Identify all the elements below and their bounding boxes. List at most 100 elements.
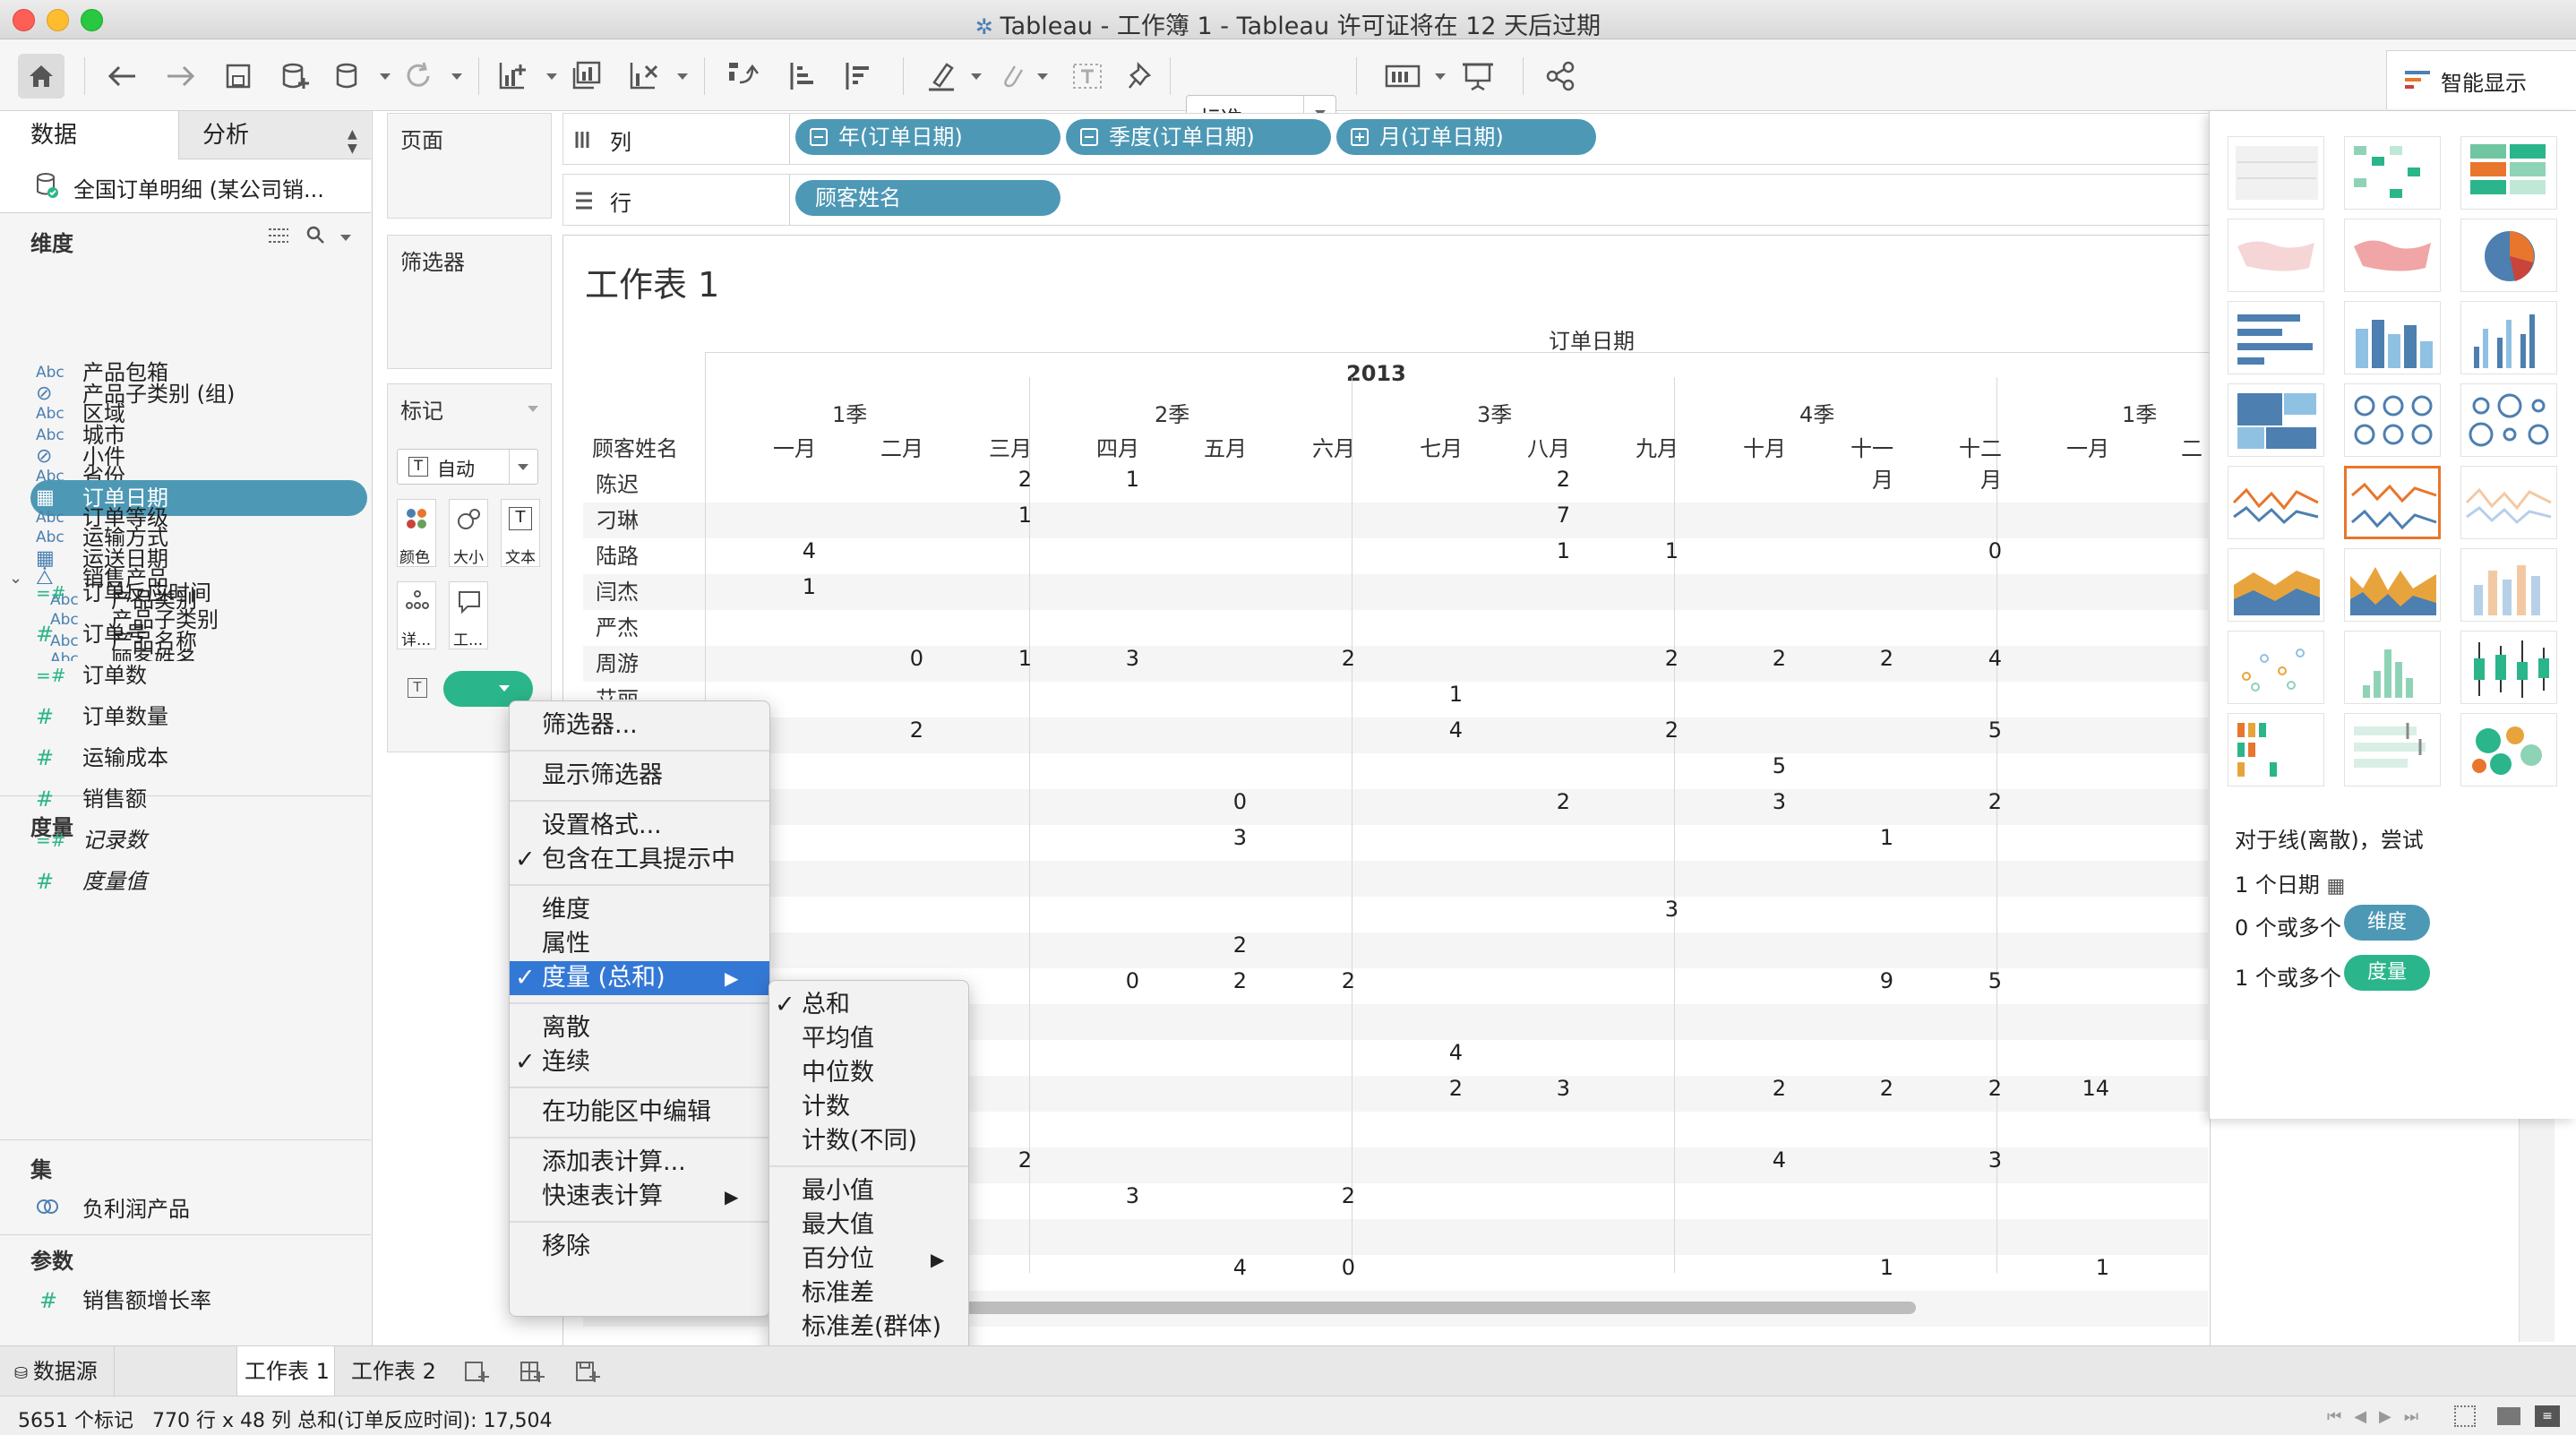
menu-item[interactable]: ✓ 总和 bbox=[769, 988, 968, 1022]
new-datasource-icon[interactable] bbox=[276, 56, 315, 96]
chart-type-thumbnail[interactable] bbox=[2228, 219, 2324, 292]
presentation-mode-icon[interactable] bbox=[1458, 56, 1498, 96]
chart-type-thumbnail[interactable] bbox=[2344, 713, 2441, 786]
measure-field[interactable]: =# 记录数 bbox=[0, 822, 371, 858]
chart-type-thumbnail[interactable] bbox=[2228, 713, 2324, 786]
set-field[interactable]: 负利润产品 bbox=[0, 1191, 371, 1227]
menu-item[interactable]: 筛选器... bbox=[510, 709, 769, 743]
parameter-field[interactable]: # 销售额增长率 bbox=[0, 1283, 371, 1319]
menu-item[interactable]: 计数 bbox=[769, 1090, 968, 1124]
menu-item[interactable]: 显示筛选器 bbox=[510, 759, 769, 793]
measure-field[interactable]: # 订单号 bbox=[0, 616, 371, 652]
menu-item[interactable]: 移除 bbox=[510, 1230, 769, 1264]
new-worksheet-tab-icon[interactable] bbox=[464, 1359, 489, 1384]
back-icon[interactable] bbox=[102, 56, 142, 96]
detail-button[interactable]: 详... bbox=[397, 581, 436, 649]
column-pill-month[interactable]: 月(订单日期) bbox=[1336, 119, 1596, 155]
chart-type-thumbnail[interactable] bbox=[2460, 548, 2557, 622]
menu-item[interactable]: 最大值 bbox=[769, 1208, 968, 1242]
chart-type-thumbnail[interactable] bbox=[2460, 136, 2557, 210]
menu-item[interactable]: 在功能区中编辑 bbox=[510, 1096, 769, 1130]
tab-analysis[interactable]: 分析 bbox=[202, 111, 249, 159]
filters-shelf[interactable]: 筛选器 bbox=[387, 235, 552, 369]
tabs-view-icon[interactable]: ≡ bbox=[2535, 1405, 2560, 1427]
highlight-icon[interactable] bbox=[923, 56, 962, 96]
chart-type-thumbnail[interactable] bbox=[2228, 383, 2324, 457]
chart-type-thumbnail[interactable] bbox=[2344, 219, 2441, 292]
save-icon[interactable] bbox=[219, 56, 258, 96]
chevron-down-icon[interactable] bbox=[380, 73, 391, 80]
show-cards-icon[interactable] bbox=[1383, 56, 1422, 96]
chart-type-thumbnail[interactable] bbox=[2228, 466, 2324, 539]
chart-type-thumbnail[interactable] bbox=[2460, 383, 2557, 457]
new-dashboard-tab-icon[interactable] bbox=[519, 1359, 545, 1384]
menu-item[interactable]: 计数(不同) bbox=[769, 1124, 968, 1158]
measure-field[interactable]: # 运输成本 bbox=[0, 740, 371, 776]
horizontal-scrollbar[interactable] bbox=[940, 1302, 1916, 1314]
color-button[interactable]: 颜色 bbox=[397, 499, 436, 567]
search-icon[interactable] bbox=[305, 224, 326, 245]
sort-descending-icon[interactable] bbox=[838, 56, 878, 96]
menu-item[interactable]: 最小值 bbox=[769, 1174, 968, 1208]
chevron-down-icon[interactable] bbox=[528, 406, 538, 412]
filmstrip-view-icon[interactable] bbox=[2497, 1407, 2520, 1425]
clear-sheet-icon[interactable] bbox=[625, 56, 665, 96]
tab-data[interactable]: 数据 bbox=[0, 111, 179, 159]
chart-type-thumbnail[interactable] bbox=[2460, 713, 2557, 786]
sort-ascending-icon[interactable] bbox=[783, 56, 822, 96]
chart-type-thumbnail[interactable] bbox=[2344, 136, 2441, 210]
chevron-down-icon[interactable] bbox=[451, 73, 462, 80]
datasource-row[interactable]: 全国订单明细 (某公司销... bbox=[0, 159, 371, 213]
tooltip-button[interactable]: 工... bbox=[449, 581, 488, 649]
tab-chevron-icon[interactable]: ▲ ▼ bbox=[348, 127, 357, 156]
show-mark-labels-icon[interactable] bbox=[1068, 56, 1107, 96]
pages-shelf[interactable]: 页面 bbox=[387, 113, 552, 219]
chart-type-thumbnail[interactable] bbox=[2460, 631, 2557, 704]
column-pill-year[interactable]: 年(订单日期) bbox=[795, 119, 1060, 155]
chart-type-thumbnail[interactable] bbox=[2228, 301, 2324, 374]
smart-display-toggle[interactable]: 智能显示 bbox=[2386, 50, 2576, 109]
menu-item[interactable]: ✓ 连续 bbox=[510, 1045, 769, 1079]
forward-icon[interactable] bbox=[161, 56, 201, 96]
menu-item[interactable]: 中位数 bbox=[769, 1056, 968, 1090]
measure-field[interactable]: # 订单数量 bbox=[0, 699, 371, 735]
row-pill-customer[interactable]: 顾客姓名 bbox=[795, 180, 1060, 216]
sorter-view-icon[interactable] bbox=[2454, 1405, 2476, 1427]
measure-field[interactable]: =# 订单反应时间 bbox=[0, 575, 371, 611]
vertical-scrollbar[interactable] bbox=[2519, 1111, 2555, 1342]
share-icon[interactable] bbox=[1541, 56, 1580, 96]
menu-item[interactable]: 维度 bbox=[510, 893, 769, 927]
menu-item[interactable]: 标准差 bbox=[769, 1276, 968, 1310]
fix-axes-pin-icon[interactable] bbox=[1121, 56, 1161, 96]
chart-type-thumbnail[interactable] bbox=[2460, 466, 2557, 539]
chart-type-thumbnail[interactable] bbox=[2344, 301, 2441, 374]
duplicate-sheet-icon[interactable] bbox=[570, 56, 609, 96]
measure-field[interactable]: =# 订单数 bbox=[0, 657, 371, 693]
refresh-icon[interactable] bbox=[399, 56, 439, 96]
chart-type-thumbnail[interactable] bbox=[2344, 383, 2441, 457]
chevron-down-icon[interactable] bbox=[546, 73, 557, 80]
menu-item[interactable]: 属性 bbox=[510, 927, 769, 961]
measure-field[interactable]: # 度量值 bbox=[0, 864, 371, 899]
new-story-tab-icon[interactable] bbox=[575, 1359, 600, 1384]
chart-type-thumbnail[interactable] bbox=[2344, 466, 2441, 539]
menu-item[interactable]: ✓ 包含在工具提示中 bbox=[510, 843, 769, 877]
chevron-down-icon[interactable] bbox=[677, 73, 688, 80]
chart-type-thumbnail[interactable] bbox=[2344, 548, 2441, 622]
new-worksheet-icon[interactable] bbox=[494, 56, 534, 96]
menu-item[interactable]: 添加表计算... bbox=[510, 1146, 769, 1180]
menu-item[interactable]: 离散 bbox=[510, 1011, 769, 1045]
menu-item[interactable]: 设置格式... bbox=[510, 809, 769, 843]
datasource-pause-icon[interactable] bbox=[330, 56, 369, 96]
chart-type-thumbnail[interactable] bbox=[2228, 548, 2324, 622]
swap-rows-columns-icon[interactable] bbox=[724, 56, 763, 96]
measure-field[interactable]: # 销售额 bbox=[0, 781, 371, 817]
menu-item[interactable]: ✓ 度量 (总和) ▶ bbox=[510, 961, 769, 995]
chevron-down-icon[interactable] bbox=[1037, 73, 1048, 80]
tab-sheet-1[interactable]: 工作表 1 bbox=[236, 1346, 335, 1396]
chart-type-thumbnail[interactable] bbox=[2344, 631, 2441, 704]
menu-item[interactable]: 快速表计算 ▶ bbox=[510, 1180, 769, 1214]
sheet-navigation[interactable]: ⏮◀▶⏭ bbox=[2327, 1407, 2431, 1426]
column-pill-quarter[interactable]: 季度(订单日期) bbox=[1066, 119, 1331, 155]
label-button[interactable]: T 文本 bbox=[501, 499, 540, 567]
